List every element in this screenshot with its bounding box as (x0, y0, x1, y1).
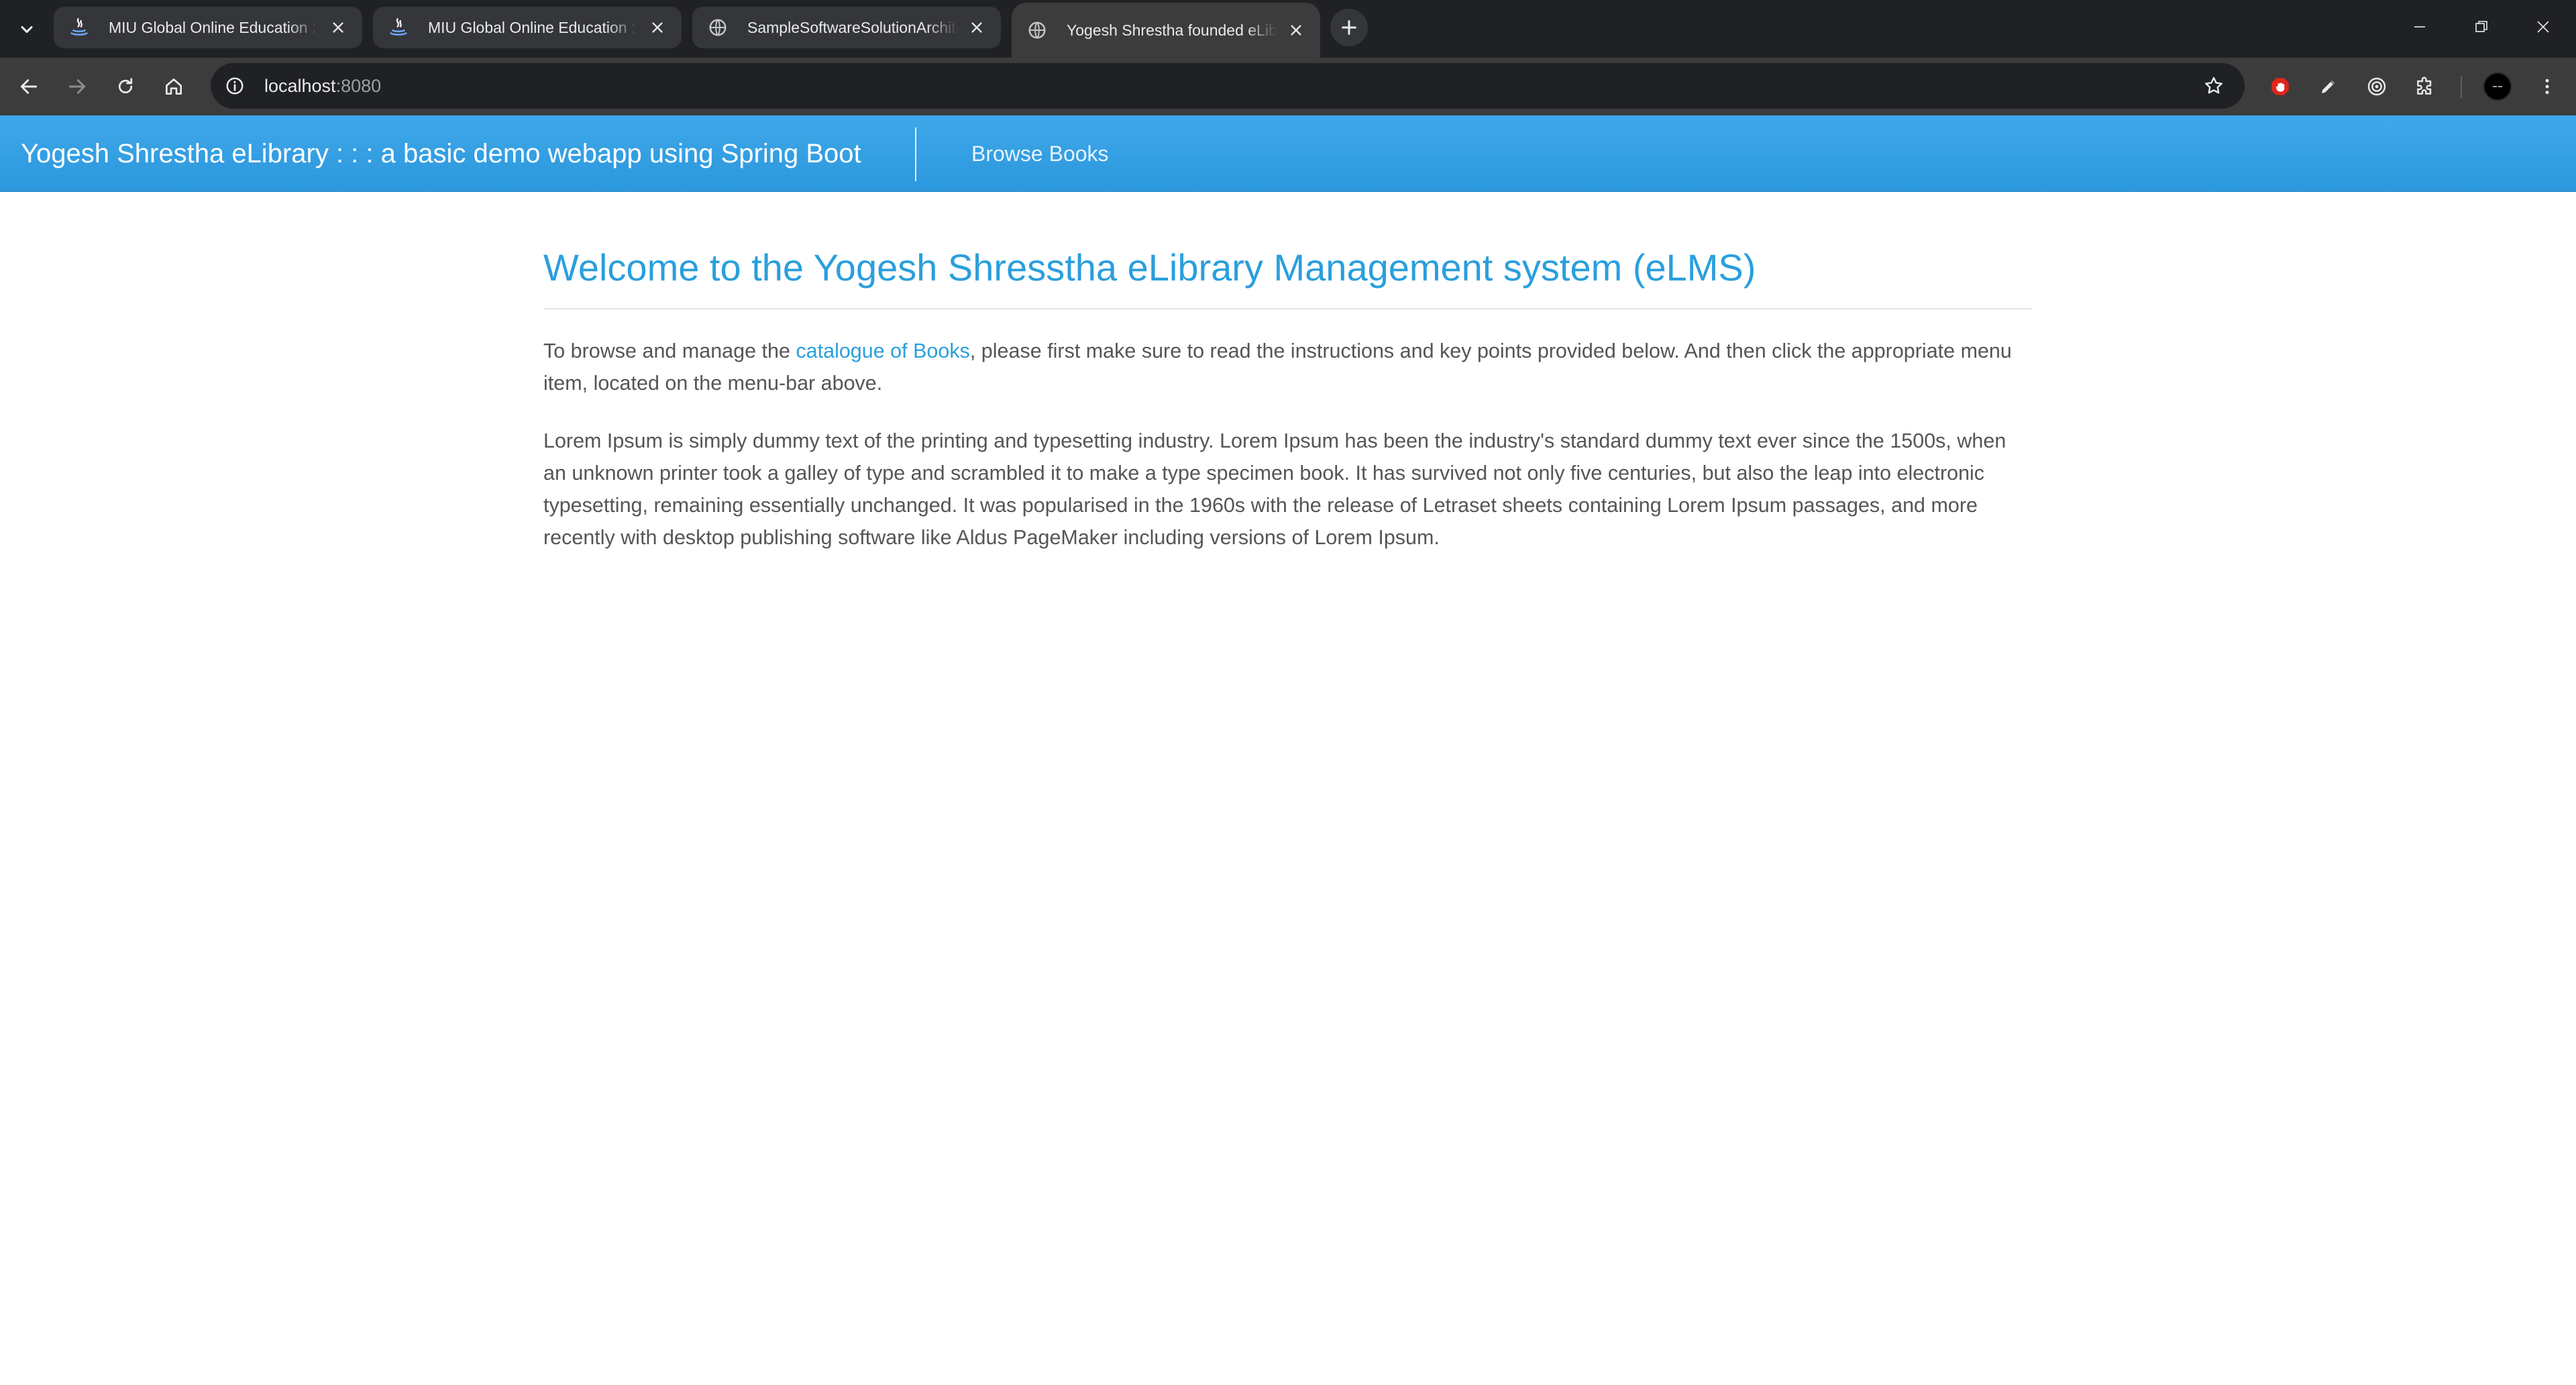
navbar-divider (915, 127, 916, 181)
intro-paragraph: To browse and manage the catalogue of Bo… (543, 335, 2033, 399)
tab-title: SampleSoftwareSolutionArchitecture (747, 18, 958, 36)
bookmark-star-icon[interactable] (2195, 67, 2233, 105)
forward-arrow-icon[interactable] (58, 67, 97, 106)
home-icon[interactable] (154, 67, 193, 106)
pen-extension-icon[interactable] (2309, 67, 2348, 106)
browser-tab-strip: MIU Global Online Education : Online Bac… (0, 0, 2576, 58)
close-tab-icon[interactable] (1284, 18, 1308, 42)
target-extension-icon[interactable] (2357, 67, 2396, 106)
new-tab-plus-icon[interactable] (1330, 9, 1368, 46)
tab-title: MIU Global Online Education : Online Bac… (109, 18, 319, 36)
back-arrow-icon[interactable] (9, 67, 48, 106)
close-tab-icon[interactable] (645, 15, 669, 40)
reload-icon[interactable] (106, 67, 145, 106)
url-host: localhost (264, 75, 336, 96)
close-window-icon[interactable] (2506, 0, 2576, 54)
more-menu-icon[interactable] (2528, 67, 2567, 106)
browser-tab-3[interactable]: SampleSoftwareSolutionArchitecture (692, 7, 1001, 48)
catalogue-link[interactable]: catalogue of Books (796, 340, 969, 362)
page-title: Welcome to the Yogesh Shresstha eLibrary… (543, 246, 2033, 309)
globe-icon (706, 15, 730, 40)
site-info-icon[interactable] (216, 67, 254, 105)
browser-tab-4-active[interactable]: Yogesh Shrestha founded eLibrary (1012, 3, 1320, 58)
lorem-paragraph: Lorem Ipsum is simply dummy text of the … (543, 429, 2006, 549)
tab-search-chevron-icon[interactable] (7, 9, 47, 50)
globe-icon (1025, 18, 1049, 42)
browser-tab-2[interactable]: MIU Global Online Education : Online Mas… (373, 7, 682, 48)
toolbar-separator (2461, 76, 2462, 98)
browser-toolbar: localhost:8080 (0, 58, 2576, 115)
profile-avatar[interactable] (2483, 72, 2512, 101)
tab-title: MIU Global Online Education : Online Mas… (428, 18, 639, 36)
extensions-puzzle-icon[interactable] (2406, 67, 2445, 106)
java-icon (386, 15, 411, 40)
url-text: localhost:8080 (264, 76, 381, 97)
url-port: :8080 (335, 75, 382, 96)
nav-link-browse-books[interactable]: Browse Books (971, 115, 1109, 192)
close-tab-icon[interactable] (965, 15, 989, 40)
address-bar[interactable]: localhost:8080 (211, 63, 2245, 109)
tab-title: Yogesh Shrestha founded eLibrary (1067, 21, 1277, 39)
close-tab-icon[interactable] (326, 15, 350, 40)
site-navbar: Yogesh Shrestha eLibrary : : : a basic d… (0, 115, 2576, 192)
brand-link[interactable]: Yogesh Shrestha eLibrary : : : a basic d… (21, 115, 861, 192)
adblock-extension-icon[interactable] (2261, 67, 2300, 106)
java-icon (67, 15, 91, 40)
main-content: Welcome to the Yogesh Shresstha eLibrary… (543, 192, 2033, 554)
browser-tab-1[interactable]: MIU Global Online Education : Online Bac… (54, 7, 362, 48)
intro-text-before: To browse and manage the (543, 340, 796, 362)
